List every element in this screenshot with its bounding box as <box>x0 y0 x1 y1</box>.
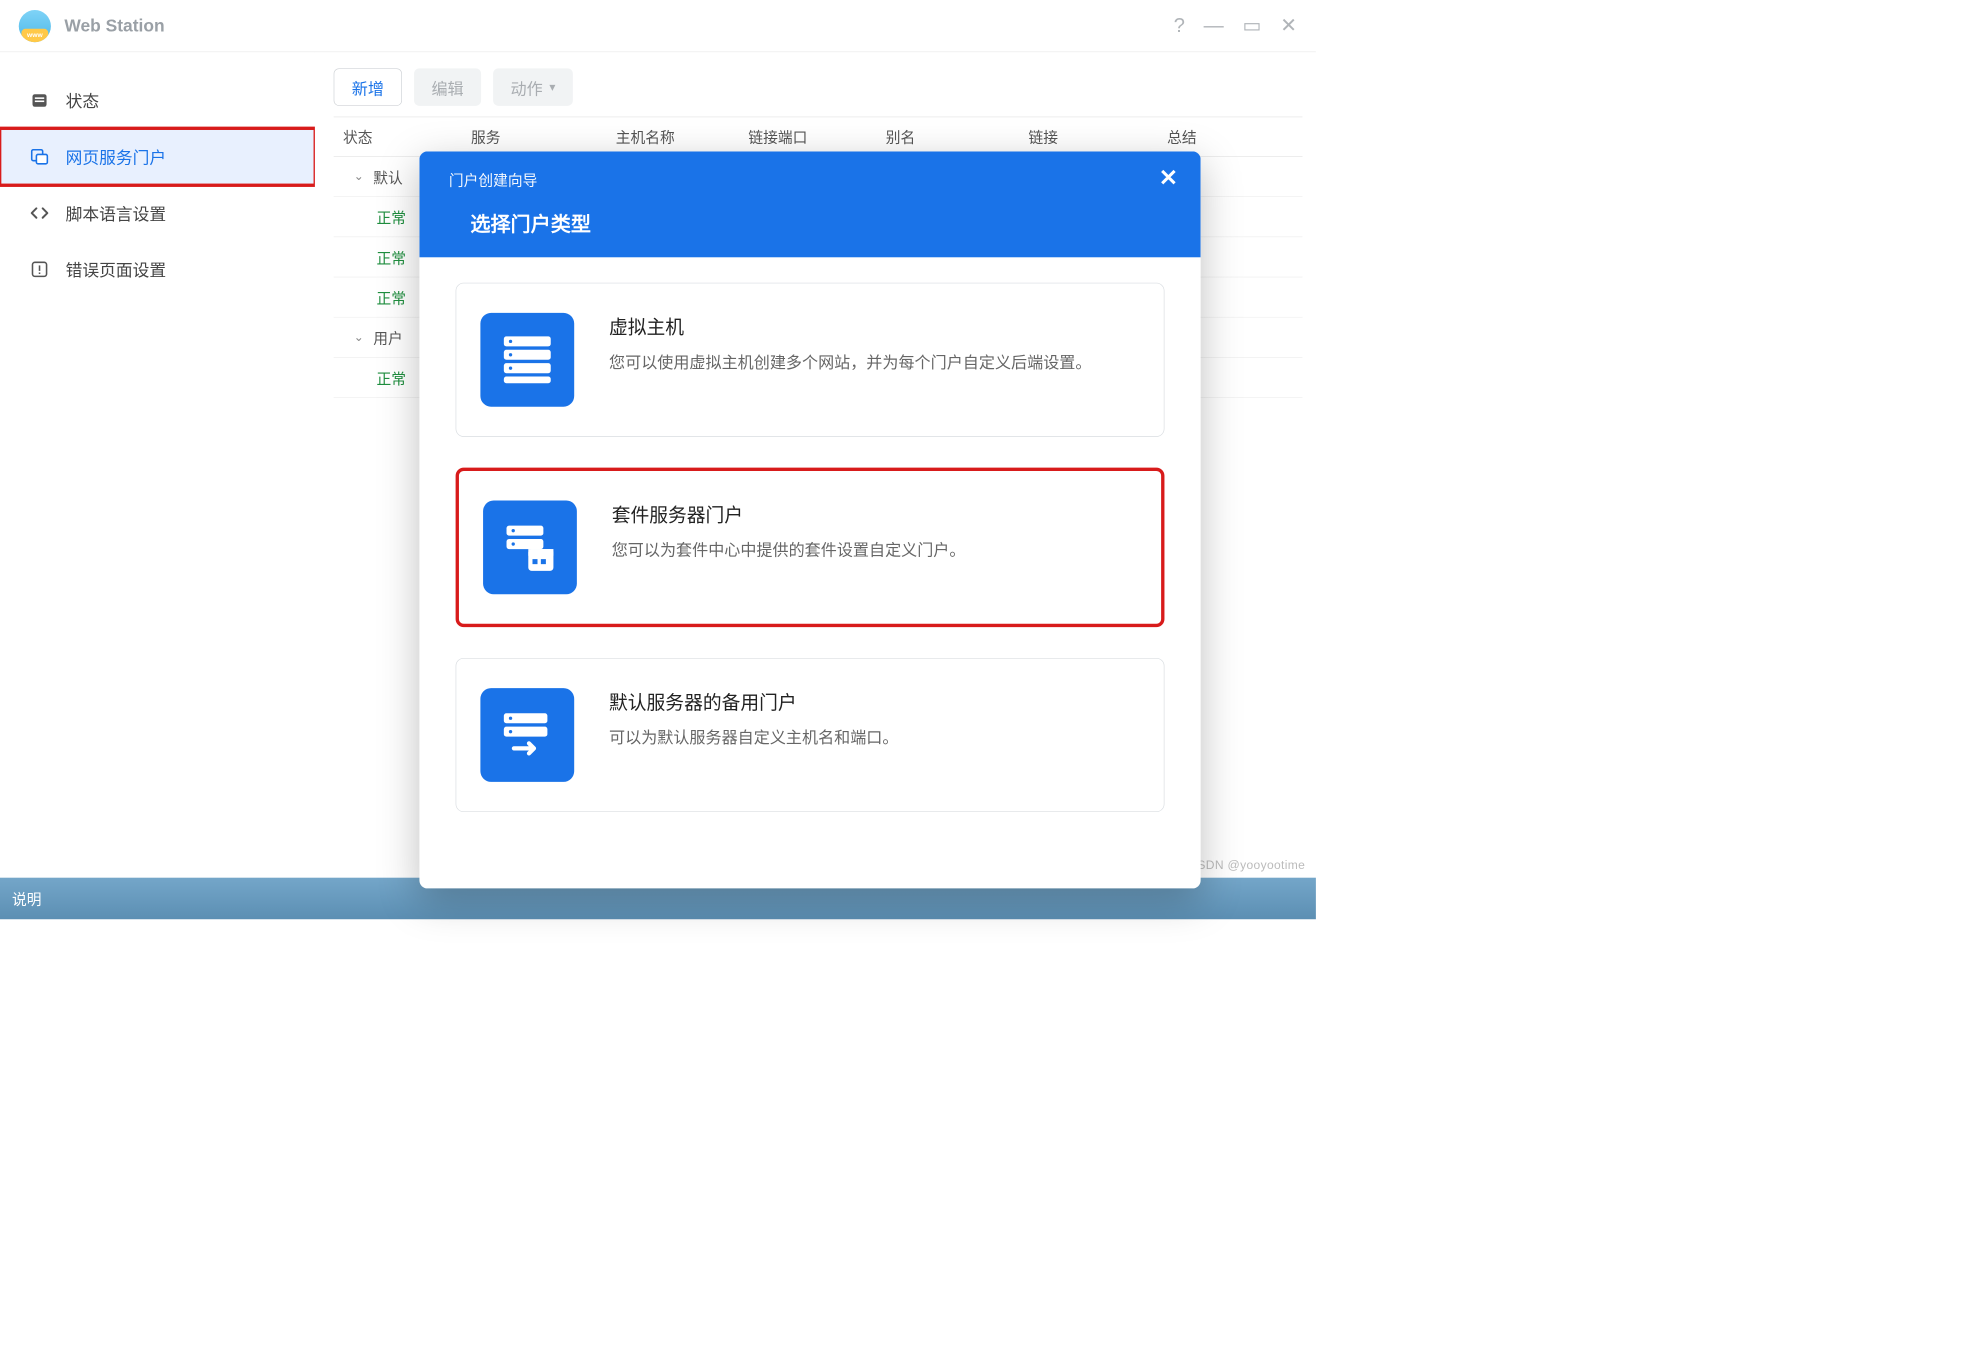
option-desc: 您可以为套件中心中提供的套件设置自定义门户。 <box>612 538 966 563</box>
taskbar-label[interactable]: 说明 <box>12 888 41 909</box>
option-desc: 可以为默认服务器自定义主机名和端口。 <box>609 726 898 751</box>
watermark: CSDN @yooyootime <box>1188 858 1305 872</box>
status-cell: 正常 <box>377 246 406 267</box>
option-default-alt-portal[interactable]: 默认服务器的备用门户 可以为默认服务器自定义主机名和端口。 <box>456 658 1165 812</box>
modal-breadcrumb: 门户创建向导 <box>449 169 1174 190</box>
option-virtual-host[interactable]: 虚拟主机 您可以使用虚拟主机创建多个网站，并为每个门户自定义后端设置。 <box>456 283 1165 437</box>
close-icon[interactable]: ✕ <box>1280 16 1297 36</box>
server-package-icon <box>483 500 577 594</box>
status-cell: 正常 <box>377 367 406 388</box>
chevron-down-icon: ⌄ <box>354 330 364 344</box>
chevron-down-icon: ⌄ <box>354 170 364 184</box>
add-button[interactable]: 新增 <box>334 68 402 106</box>
chevron-down-icon: ▾ <box>549 80 555 94</box>
option-text: 套件服务器门户 您可以为套件中心中提供的套件设置自定义门户。 <box>612 500 966 562</box>
action-button-label: 动作 <box>511 75 543 98</box>
status-cell: 正常 <box>377 286 406 307</box>
help-icon[interactable]: ? <box>1174 16 1185 36</box>
group-label: 用户 <box>373 327 402 348</box>
titlebar: www Web Station ? — ▭ ✕ <box>0 0 1316 52</box>
sidebar-item-label: 错误页面设置 <box>66 257 167 281</box>
option-title: 虚拟主机 <box>609 313 1091 340</box>
sidebar-item-status[interactable]: 状态 <box>0 72 315 128</box>
app-title: Web Station <box>64 15 164 36</box>
option-text: 虚拟主机 您可以使用虚拟主机创建多个网站，并为每个门户自定义后端设置。 <box>609 313 1091 375</box>
server-redirect-icon <box>480 688 574 782</box>
window-controls: ? — ▭ ✕ <box>1174 16 1297 36</box>
sidebar: 状态 网页服务门户 脚本语言设置 错误页面设置 <box>0 52 315 919</box>
status-cell: 正常 <box>377 206 406 227</box>
portal-icon <box>29 147 49 167</box>
option-desc: 您可以使用虚拟主机创建多个网站，并为每个门户自定义后端设置。 <box>609 350 1091 375</box>
modal-close-icon[interactable]: ✕ <box>1159 165 1178 192</box>
list-icon <box>29 90 49 110</box>
option-package-portal[interactable]: 套件服务器门户 您可以为套件中心中提供的套件设置自定义门户。 <box>456 468 1165 627</box>
code-icon <box>29 203 49 223</box>
col-summary[interactable]: 总结 <box>1167 126 1302 147</box>
app-icon: www <box>19 10 51 42</box>
alert-icon <box>29 259 49 279</box>
option-title: 默认服务器的备用门户 <box>609 688 898 715</box>
modal-body: 虚拟主机 您可以使用虚拟主机创建多个网站，并为每个门户自定义后端设置。 套件服务… <box>419 257 1200 837</box>
add-button-label: 新增 <box>352 75 384 98</box>
modal-title: 选择门户类型 <box>449 208 1174 237</box>
portal-wizard-modal: 门户创建向导 选择门户类型 ✕ 虚拟主机 您可以使用虚拟主机创建多个网站，并为每… <box>419 151 1200 888</box>
maximize-icon[interactable]: ▭ <box>1243 16 1262 36</box>
col-host[interactable]: 主机名称 <box>616 126 749 147</box>
sidebar-item-error-page[interactable]: 错误页面设置 <box>0 241 315 297</box>
edit-button[interactable]: 编辑 <box>414 68 481 106</box>
sidebar-item-label: 状态 <box>66 88 100 112</box>
server-stack-icon <box>480 313 574 407</box>
col-alias[interactable]: 别名 <box>886 126 1029 147</box>
group-label: 默认 <box>373 166 402 187</box>
sidebar-item-label: 网页服务门户 <box>66 145 167 169</box>
option-text: 默认服务器的备用门户 可以为默认服务器自定义主机名和端口。 <box>609 688 898 750</box>
modal-header: 门户创建向导 选择门户类型 ✕ <box>419 151 1200 257</box>
toolbar: 新增 编辑 动作 ▾ <box>334 68 1303 116</box>
col-service[interactable]: 服务 <box>471 126 616 147</box>
sidebar-item-script-settings[interactable]: 脚本语言设置 <box>0 185 315 241</box>
col-link[interactable]: 链接 <box>1028 126 1167 147</box>
sidebar-item-web-portal[interactable]: 网页服务门户 <box>0 129 315 185</box>
minimize-icon[interactable]: — <box>1204 16 1224 36</box>
app-window: www Web Station ? — ▭ ✕ 状态 网页服务门户 <box>0 0 1316 919</box>
action-button[interactable]: 动作 ▾ <box>493 68 573 106</box>
col-port[interactable]: 链接端口 <box>748 126 885 147</box>
option-title: 套件服务器门户 <box>612 500 966 527</box>
sidebar-item-label: 脚本语言设置 <box>66 201 167 225</box>
edit-button-label: 编辑 <box>431 75 463 98</box>
col-status[interactable]: 状态 <box>334 126 471 147</box>
